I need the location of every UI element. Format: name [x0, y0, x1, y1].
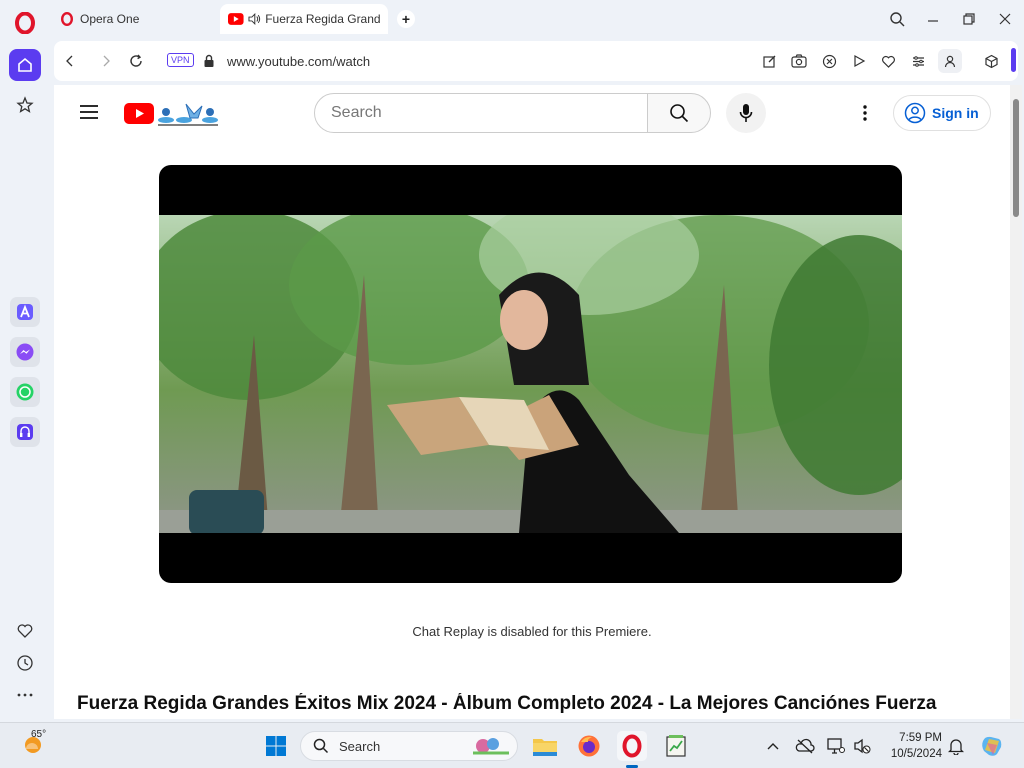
tab-youtube[interactable]: Fuerza Regida Grande — [220, 4, 388, 34]
search-icon — [313, 738, 329, 754]
speaker-audio-icon[interactable] — [248, 13, 262, 25]
video-still-image — [159, 215, 902, 533]
account-circle-icon — [904, 102, 926, 124]
favorite-heart-icon[interactable] — [878, 51, 898, 71]
weather-temperature: 65° — [31, 729, 47, 740]
volume-muted-icon[interactable] — [852, 736, 872, 756]
back-icon[interactable] — [60, 51, 80, 71]
video-player[interactable] — [159, 165, 902, 583]
opera-logo-icon[interactable] — [14, 11, 36, 35]
ad-blocker-icon[interactable] — [819, 51, 839, 71]
tab-bar: Opera One Fuerza Regida Grande + — [50, 0, 1024, 38]
file-explorer-icon[interactable] — [530, 731, 560, 761]
easy-setup-icon[interactable] — [908, 51, 928, 71]
windows-start-icon[interactable] — [261, 731, 291, 761]
clock-time: 7:59 PM — [899, 732, 942, 744]
taskbar-search[interactable]: Search — [300, 731, 518, 761]
show-hidden-icons-chevron-icon[interactable] — [763, 736, 783, 756]
music-player-icon[interactable] — [10, 417, 40, 447]
doodle-logo-icon — [158, 103, 218, 126]
reload-icon[interactable] — [126, 51, 146, 71]
firefox-icon[interactable] — [574, 731, 604, 761]
youtube-logo-icon — [124, 102, 154, 124]
youtube-favicon-icon — [228, 13, 244, 25]
edit-page-icon[interactable] — [759, 51, 779, 71]
restore-icon[interactable] — [957, 8, 981, 30]
snapshot-camera-icon[interactable] — [789, 51, 809, 71]
more-vert-icon[interactable] — [854, 102, 876, 124]
whatsapp-icon[interactable] — [10, 377, 40, 407]
video-popout-icon[interactable] — [849, 51, 869, 71]
minimize-icon[interactable] — [921, 8, 945, 30]
taskbar-search-label: Search — [339, 738, 381, 754]
heart-icon[interactable] — [14, 620, 36, 642]
messenger-icon[interactable] — [10, 337, 40, 367]
sidebar-toggle-indicator[interactable] — [1011, 48, 1016, 72]
bookmarks-star-icon[interactable] — [9, 89, 41, 121]
new-tab-button[interactable]: + — [397, 10, 415, 28]
microphone-icon — [739, 104, 753, 122]
youtube-search-input[interactable]: Search — [314, 93, 648, 133]
url-field[interactable]: www.youtube.com/watch — [227, 54, 370, 69]
search-highlight-icon — [473, 738, 509, 755]
opera-sidebar — [0, 0, 50, 722]
tab-opera-one[interactable]: Opera One — [52, 4, 212, 34]
chat-replay-note: Chat Replay is disabled for this Premier… — [412, 624, 652, 639]
video-title: Fuerza Regida Grandes Éxitos Mix 2024 - … — [77, 693, 937, 714]
scrollbar-thumb[interactable] — [1013, 99, 1019, 217]
opera-favicon-icon — [61, 12, 73, 26]
hamburger-menu-icon[interactable] — [78, 103, 100, 126]
profile-icon[interactable] — [938, 49, 962, 73]
more-options-icon[interactable] — [14, 684, 36, 706]
opera-taskbar-icon[interactable] — [617, 731, 647, 761]
lock-icon[interactable] — [199, 51, 219, 71]
tab-label: Opera One — [80, 12, 140, 26]
onedrive-offline-icon[interactable] — [795, 736, 815, 756]
system-clock[interactable]: 7:59 PM 10/5/2024 — [882, 730, 942, 762]
windows-taskbar: 65° Search 7:59 PM 10/5/2024 — [0, 722, 1024, 768]
tab-label: Fuerza Regida Grande — [265, 12, 380, 26]
search-icon — [670, 104, 689, 123]
youtube-logo[interactable] — [124, 100, 220, 126]
address-bar: VPN www.youtube.com/watch — [54, 41, 1018, 81]
youtube-search-button[interactable] — [647, 93, 711, 133]
extensions-cube-icon[interactable] — [981, 51, 1001, 71]
history-clock-icon[interactable] — [14, 652, 36, 674]
vpn-badge[interactable]: VPN — [167, 53, 194, 67]
aria-ai-icon[interactable] — [10, 297, 40, 327]
copilot-icon[interactable] — [979, 733, 1005, 759]
search-tabs-icon[interactable] — [885, 8, 909, 30]
youtube-page: Search Sign in Chat Replay is disabled f… — [54, 85, 1010, 719]
sign-in-label: Sign in — [932, 105, 979, 121]
home-icon[interactable] — [9, 49, 41, 81]
close-icon[interactable] — [993, 8, 1017, 30]
voice-search-button[interactable] — [726, 93, 766, 133]
page-scrollbar[interactable] — [1010, 85, 1022, 719]
notepad-chart-icon[interactable] — [661, 731, 691, 761]
forward-icon[interactable] — [96, 51, 116, 71]
display-network-icon[interactable] — [826, 736, 846, 756]
clock-date: 10/5/2024 — [890, 748, 942, 760]
sign-in-button[interactable]: Sign in — [893, 95, 991, 131]
notifications-bell-icon[interactable] — [946, 736, 966, 756]
video-frame — [159, 215, 902, 533]
